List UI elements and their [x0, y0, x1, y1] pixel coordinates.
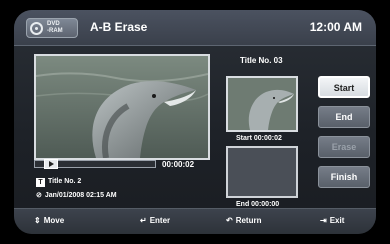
start-button[interactable]: Start	[318, 76, 370, 98]
dolphin-thumbnail-image	[228, 78, 296, 130]
osd-screen: DVD -RAM A-B Erase 12:00 AM Title No. 03…	[14, 10, 376, 234]
start-time-label: Start 00:00:02	[236, 135, 282, 142]
enter-icon: ↵	[140, 216, 147, 225]
footer-bar: ⇕ Move ↵ Enter ↶ Return ⇥ Exit	[14, 208, 376, 234]
title-badge-icon: T	[36, 178, 45, 187]
play-icon	[44, 159, 58, 169]
page-title: A-B Erase	[90, 20, 148, 34]
video-preview	[34, 54, 210, 160]
footer-move: ⇕ Move	[34, 216, 64, 225]
info-date-text: Jan/01/2008 02:15 AM	[44, 192, 117, 199]
erase-button[interactable]: Erase	[318, 136, 370, 158]
footer-return: ↶ Return	[226, 216, 261, 225]
clock-icon: ⊘	[36, 192, 42, 199]
end-point-thumbnail	[226, 146, 298, 198]
footer-exit-label: Exit	[329, 216, 345, 225]
clock-display: 12:00 AM	[309, 20, 362, 34]
dvd-ram-badge: DVD -RAM	[26, 18, 78, 38]
info-title-text: Title No. 2	[48, 178, 82, 185]
start-point-thumbnail	[226, 76, 298, 132]
info-title: T Title No. 2	[36, 178, 81, 187]
return-icon: ↶	[226, 216, 233, 225]
dolphin-image	[36, 56, 208, 158]
footer-enter: ↵ Enter	[140, 216, 170, 225]
preview-title-number: Title No. 03	[240, 56, 283, 65]
footer-exit: ⇥ Exit	[320, 216, 344, 225]
header-bar: DVD -RAM A-B Erase 12:00 AM	[14, 10, 376, 46]
finish-button[interactable]: Finish	[318, 166, 370, 188]
footer-move-label: Move	[43, 216, 65, 225]
tv-frame: DVD -RAM A-B Erase 12:00 AM Title No. 03…	[0, 0, 390, 244]
playback-time: 00:00:02	[162, 160, 195, 169]
info-date: ⊘ Jan/01/2008 02:15 AM	[36, 191, 117, 199]
end-time-label: End 00:00:00	[236, 201, 280, 208]
footer-enter-label: Enter	[149, 216, 171, 225]
disc-label: DVD -RAM	[47, 21, 63, 34]
end-button[interactable]: End	[318, 106, 370, 128]
disc-icon	[30, 22, 43, 35]
footer-return-label: Return	[235, 216, 262, 225]
exit-icon: ⇥	[320, 216, 327, 225]
updown-arrows-icon: ⇕	[34, 216, 41, 225]
